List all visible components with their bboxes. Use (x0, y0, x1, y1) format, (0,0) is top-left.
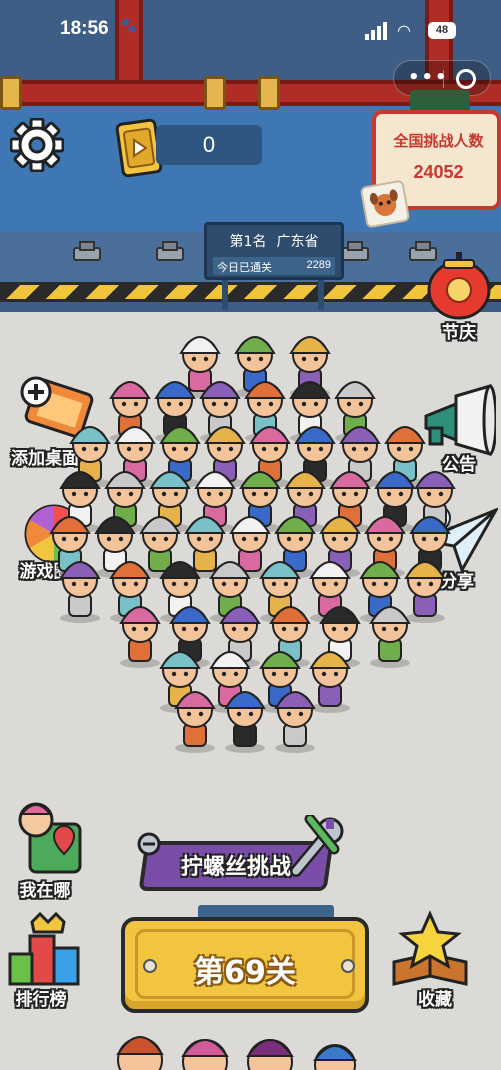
character-crowd (49, 336, 456, 753)
character (404, 561, 446, 623)
character (59, 561, 101, 623)
rank-sign[interactable]: 第1名 广东省 今日已通关 2289 (204, 222, 344, 280)
side-label-leaderboard: 排行榜 (15, 990, 67, 1010)
character (309, 651, 351, 713)
side-label-where-am-i: 我在哪 (19, 881, 71, 901)
ticket-counter: 0 (156, 125, 262, 165)
leaderboard-icon (8, 911, 80, 986)
character (369, 606, 411, 668)
start-level-button[interactable]: 第69关 (121, 917, 369, 1013)
character (274, 691, 316, 753)
today-cleared-count: 2289 (306, 259, 331, 271)
status-bar: 18:56 🐾 ◠ 48 (0, 0, 501, 44)
level-label: 第69关 (194, 955, 296, 990)
bolt-icon (73, 241, 101, 261)
character (224, 691, 266, 753)
wrench-icon (290, 815, 344, 877)
settings-gear-icon[interactable] (10, 118, 64, 172)
dog-sticker-icon (359, 179, 411, 229)
board-title: 全国挑战人数 (393, 132, 484, 150)
paw-icon: 🐾 (120, 18, 138, 34)
rank-region: 广东省 (276, 234, 319, 250)
character (119, 606, 161, 668)
bolt-icon (156, 241, 184, 261)
screw-icon (137, 832, 161, 856)
side-label-favorite: 收藏 (418, 990, 452, 1010)
screw-challenge-banner[interactable]: 拧螺丝挑战 (137, 815, 348, 895)
bottom-characters (116, 1036, 357, 1070)
where-am-i-icon (18, 802, 82, 874)
bolt-icon (341, 241, 369, 261)
today-cleared-label: 今日已通关 (217, 261, 272, 274)
battery-icon: 48 (428, 22, 456, 39)
clock: 18:56 (60, 18, 109, 39)
close-icon[interactable] (456, 69, 476, 89)
signal-icon (365, 22, 387, 40)
rank-number: 第1名 (229, 234, 267, 250)
character (174, 691, 216, 753)
wifi-icon: ◠ (397, 21, 411, 40)
star-book-icon (392, 910, 468, 986)
